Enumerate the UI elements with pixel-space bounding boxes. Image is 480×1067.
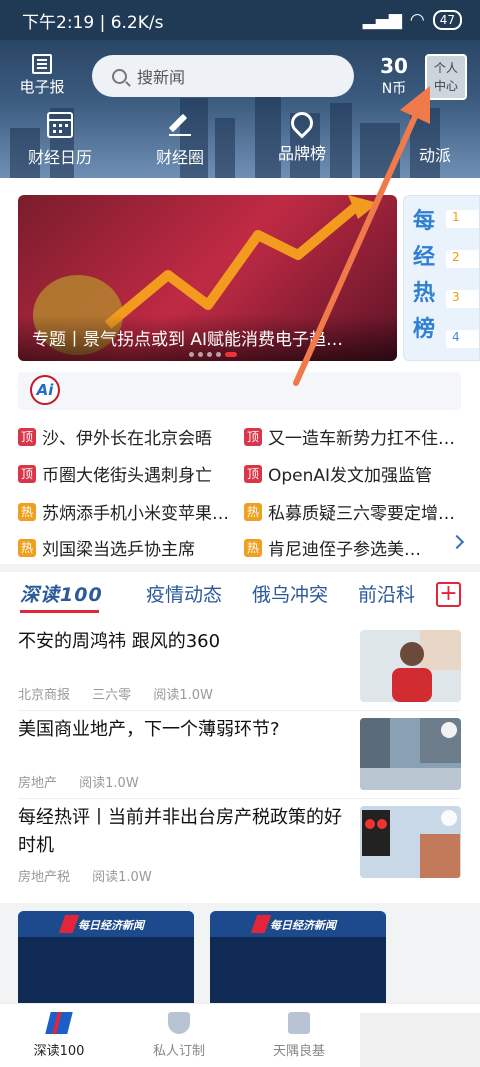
bottom-tab-private-custom[interactable]: 私人订制: [134, 1012, 224, 1059]
annotation-arrow: [293, 86, 430, 386]
bottom-tab-label: 私人订制: [152, 1044, 205, 1059]
bottom-tab-label: 深读100: [33, 1044, 85, 1059]
chart-icon: [288, 1012, 310, 1034]
bottom-tab-deep-read[interactable]: 深读100: [14, 1012, 104, 1059]
app-logo-icon: [45, 1012, 73, 1034]
bottom-tab-tianyu[interactable]: 天隅良基: [254, 1012, 344, 1059]
bottom-tab-label: 天隅良基: [272, 1044, 325, 1059]
shield-icon: [168, 1012, 190, 1034]
corner-overlay: [360, 1013, 480, 1067]
